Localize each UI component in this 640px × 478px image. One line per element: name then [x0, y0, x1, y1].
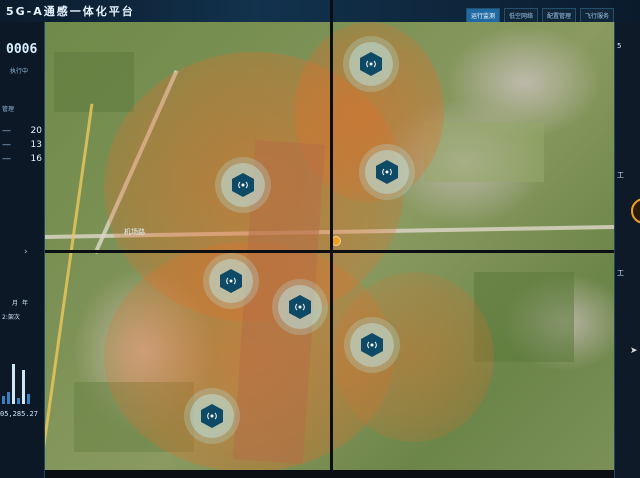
tab-flight-service[interactable]: 飞行服务	[579, 8, 614, 23]
base-station-icon[interactable]	[365, 150, 409, 194]
base-station-icon[interactable]	[190, 394, 234, 438]
bar	[22, 370, 25, 404]
satellite-map[interactable]: 机场路	[44, 22, 614, 470]
base-station-icon[interactable]	[209, 259, 253, 303]
right-panel: 5 工 工	[614, 22, 640, 478]
tab-low-altitude-network[interactable]: 低空网络	[503, 8, 538, 23]
right-panel-item[interactable]: 工	[617, 170, 624, 180]
stat-value: 16	[30, 154, 42, 164]
period-tabs: 月 年	[12, 298, 28, 307]
app-title: 5G-A通感一体化平台	[6, 5, 135, 18]
base-station-icon[interactable]	[278, 285, 322, 329]
header-bar: 5G-A通感一体化平台 运行监测 低空网络 配置管理 飞行服务	[0, 0, 640, 23]
tab-year[interactable]: 年	[22, 298, 28, 307]
task-counter: 0006	[6, 42, 38, 57]
bar	[7, 392, 10, 404]
stat-row: —13	[2, 140, 42, 150]
stat-row: —20	[2, 126, 42, 136]
nav-tabs: 运行监测 低空网络 配置管理 飞行服务	[465, 8, 614, 23]
left-stats-panel: 0006 执行中 管理 —20 —13 —16 › 月 年 2:架次 05,28…	[0, 22, 45, 478]
tab-month[interactable]: 月	[12, 298, 18, 307]
stat-value: 20	[30, 126, 42, 136]
base-station-icon[interactable]	[221, 163, 265, 207]
screen-seam	[330, 0, 333, 478]
bar	[2, 396, 5, 404]
chevron-right-icon[interactable]: ›	[24, 247, 28, 257]
base-station-icon[interactable]	[349, 42, 393, 86]
right-panel-item[interactable]: 工	[617, 268, 624, 278]
total-value: 05,285.27	[0, 410, 38, 418]
task-counter-label: 执行中	[10, 68, 29, 75]
alert-indicator-icon[interactable]	[631, 198, 640, 224]
screen-seam	[0, 250, 640, 253]
bar	[27, 394, 30, 404]
bar	[17, 398, 20, 404]
map-field	[54, 52, 134, 112]
tab-monitoring[interactable]: 运行监测	[465, 8, 500, 23]
base-station-icon[interactable]	[350, 323, 394, 367]
screen-seam	[0, 470, 640, 478]
right-panel-item[interactable]: 5	[617, 42, 621, 50]
flight-count-label: 2:架次	[2, 314, 20, 321]
bar	[12, 364, 15, 404]
section-label: 管理	[2, 106, 15, 113]
mouse-cursor-icon: ➤	[630, 346, 638, 356]
tab-config[interactable]: 配置管理	[541, 8, 576, 23]
map-label: 机场路	[124, 228, 145, 236]
stat-row: —16	[2, 154, 42, 164]
mini-bar-chart	[2, 352, 42, 404]
stat-value: 13	[30, 140, 42, 150]
